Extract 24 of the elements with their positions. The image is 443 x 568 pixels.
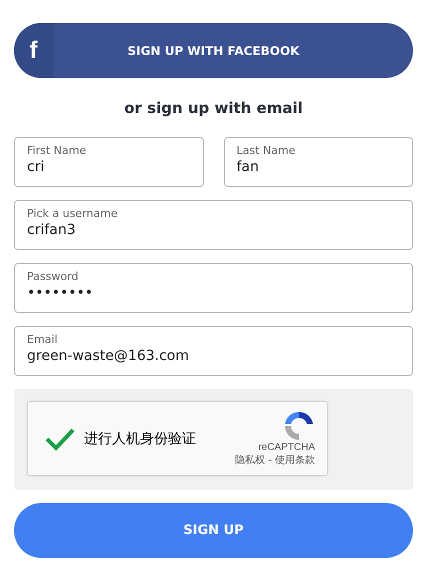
field-label: Email [27,333,59,346]
field-label: Pick a username [27,207,119,220]
sign-up-button[interactable]: SIGN UP [14,503,413,558]
facebook-signup-button[interactable]: f SIGN UP WITH FACEBOOK [14,23,413,78]
facebook-icon: f [14,23,53,78]
field-label: Last Name [236,144,296,157]
input-field[interactable]: Last Name fan [224,137,413,187]
field-value[interactable]: •••••••• [27,285,400,301]
input-field[interactable]: Email green-waste@163.com [14,326,413,376]
recaptcha-logo-icon [283,410,315,442]
field-value[interactable]: crifan3 [27,222,400,238]
input-field[interactable]: Password •••••••• [14,263,413,313]
field-label: First Name [27,144,88,157]
input-field[interactable]: First Name cri [14,137,204,187]
field-value[interactable]: fan [236,159,400,175]
field-label: Password [27,270,80,283]
button-label: SIGN UP WITH FACEBOOK [126,42,300,60]
input-field[interactable]: Pick a username crifan3 [14,200,413,250]
field-value[interactable]: cri [27,159,190,175]
section-heading: or sign up with email [123,99,304,117]
field-value[interactable]: green-waste@163.com [27,348,400,364]
recaptcha-brand: reCAPTCHA [258,442,315,453]
privacy-terms-links[interactable]: 隐私权 - 使用条款 [235,453,315,467]
captcha-label: 进行人机身份验证 [84,430,197,448]
